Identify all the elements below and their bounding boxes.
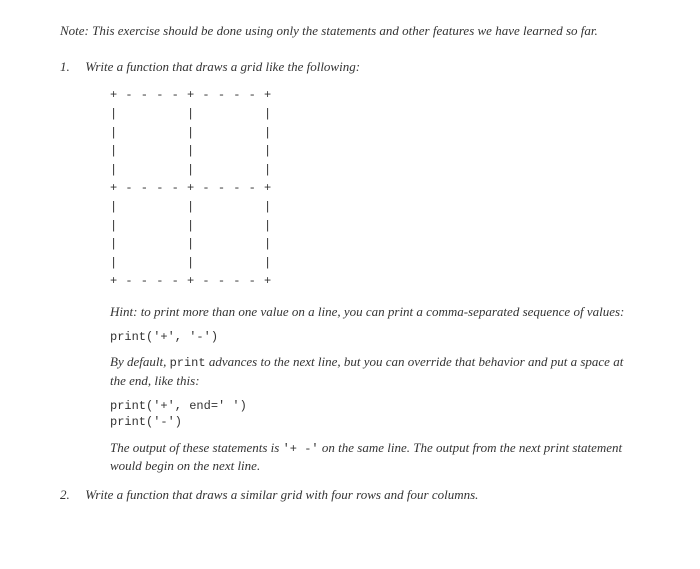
hint-paragraph: Hint: to print more than one value on a … <box>110 303 640 321</box>
para1-a: By default, <box>110 354 170 369</box>
output-code: '+ -' <box>283 442 319 456</box>
item-number-2: 2. <box>60 486 82 504</box>
exercise-item-2: 2. Write a function that draws a similar… <box>60 486 640 504</box>
print-keyword: print <box>170 356 206 370</box>
item-text-2: Write a function that draws a similar gr… <box>85 487 478 502</box>
item-number-1: 1. <box>60 58 82 76</box>
code-example-2: print('+', end=' ') print('-') <box>110 398 640 430</box>
grid-ascii: + - - - - + - - - - + | | | | | | | | | … <box>110 86 640 291</box>
hint-text: Hint: to print more than one value on a … <box>110 304 624 319</box>
exercise-list: 1. Write a function that draws a grid li… <box>60 58 640 504</box>
paragraph-default-print: By default, print advances to the next l… <box>110 353 640 390</box>
exercise-item-1: 1. Write a function that draws a grid li… <box>60 58 640 475</box>
paragraph-output: The output of these statements is '+ -' … <box>110 439 640 476</box>
code-example-1: print('+', '-') <box>110 329 640 345</box>
para2-a: The output of these statements is <box>110 440 283 455</box>
note-paragraph: Note: This exercise should be done using… <box>60 22 640 40</box>
item-text-1: Write a function that draws a grid like … <box>85 59 360 74</box>
